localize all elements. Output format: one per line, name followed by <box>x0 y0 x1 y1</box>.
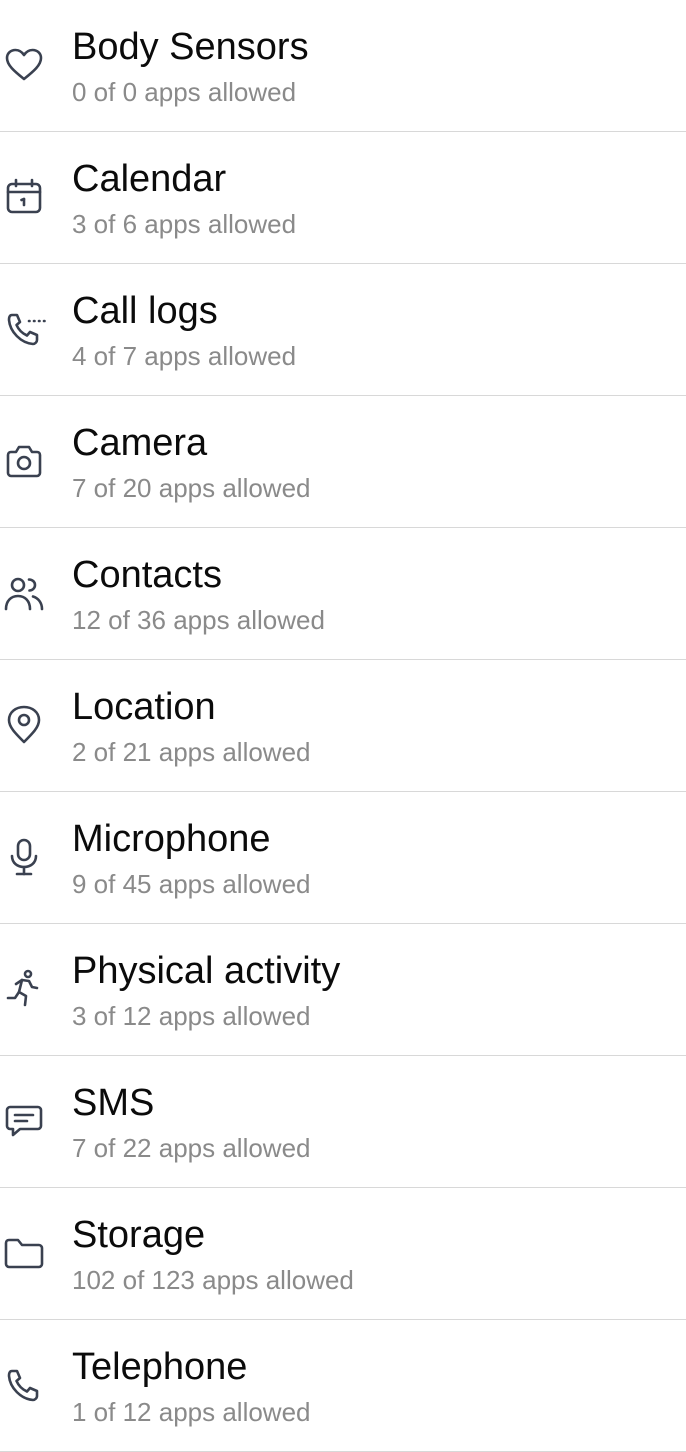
permission-subtitle: 102 of 123 apps allowed <box>72 1265 354 1295</box>
permission-subtitle: 2 of 21 apps allowed <box>72 737 311 767</box>
running-person-icon <box>2 967 46 1011</box>
permission-title: Calendar <box>72 158 227 200</box>
permission-subtitle: 7 of 20 apps allowed <box>72 473 311 503</box>
permission-subtitle: 1 of 12 apps allowed <box>72 1397 311 1427</box>
contacts-icon <box>2 571 46 615</box>
permission-item-contacts[interactable]: Contacts 12 of 36 apps allowed <box>0 528 686 660</box>
permission-subtitle: 7 of 22 apps allowed <box>72 1133 311 1163</box>
phone-icon <box>2 1363 46 1407</box>
permission-title: SMS <box>72 1082 155 1124</box>
microphone-icon <box>2 835 46 879</box>
permission-subtitle: 3 of 6 apps allowed <box>72 209 297 239</box>
permission-title: Location <box>72 686 216 728</box>
permission-title: Call logs <box>72 290 218 332</box>
permission-subtitle: 9 of 45 apps allowed <box>72 869 311 899</box>
permission-item-storage[interactable]: Storage 102 of 123 apps allowed <box>0 1188 686 1320</box>
camera-icon <box>2 439 46 483</box>
permission-title: Body Sensors <box>72 26 309 68</box>
permission-title: Camera <box>72 422 208 464</box>
folder-icon <box>2 1231 46 1275</box>
permission-item-calendar[interactable]: Calendar 3 of 6 apps allowed <box>0 132 686 264</box>
permission-subtitle: 12 of 36 apps allowed <box>72 605 325 635</box>
permission-item-body-sensors[interactable]: Body Sensors 0 of 0 apps allowed <box>0 0 686 132</box>
calendar-icon <box>2 175 46 219</box>
permission-item-location[interactable]: Location 2 of 21 apps allowed <box>0 660 686 792</box>
call-log-icon <box>2 307 46 351</box>
permission-subtitle: 4 of 7 apps allowed <box>72 341 297 371</box>
permission-item-physical-activity[interactable]: Physical activity 3 of 12 apps allowed <box>0 924 686 1056</box>
permission-title: Microphone <box>72 818 271 860</box>
permission-title: Contacts <box>72 554 222 596</box>
permission-title: Physical activity <box>72 950 341 992</box>
location-pin-icon <box>2 703 46 747</box>
permission-subtitle: 3 of 12 apps allowed <box>72 1001 311 1031</box>
permission-item-telephone[interactable]: Telephone 1 of 12 apps allowed <box>0 1320 686 1452</box>
permission-item-microphone[interactable]: Microphone 9 of 45 apps allowed <box>0 792 686 924</box>
permission-list: Body Sensors 0 of 0 apps allowed Calenda… <box>0 0 686 1452</box>
permission-title: Telephone <box>72 1346 248 1388</box>
heart-icon <box>2 43 46 87</box>
permission-item-camera[interactable]: Camera 7 of 20 apps allowed <box>0 396 686 528</box>
permission-subtitle: 0 of 0 apps allowed <box>72 77 297 107</box>
permission-item-call-logs[interactable]: Call logs 4 of 7 apps allowed <box>0 264 686 396</box>
permission-item-sms[interactable]: SMS 7 of 22 apps allowed <box>0 1056 686 1188</box>
permission-title: Storage <box>72 1214 206 1256</box>
chat-bubble-icon <box>2 1099 46 1143</box>
